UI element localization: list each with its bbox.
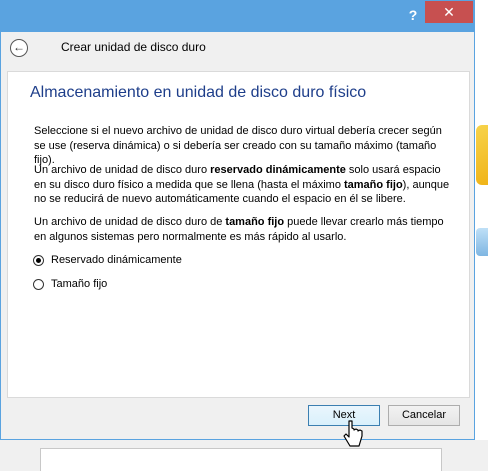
text-span: Un archivo de unidad de disco duro — [34, 164, 211, 176]
radio-dynamic[interactable] — [33, 254, 44, 266]
help-button[interactable]: ? — [403, 5, 423, 25]
bold-text: tamaño fijo — [225, 216, 285, 228]
background-panel — [40, 448, 442, 471]
option-dynamic[interactable]: Reservado dinámicamente — [33, 252, 182, 268]
close-button[interactable]: ✕ — [425, 1, 473, 23]
back-arrow-icon[interactable]: ← — [10, 39, 28, 57]
bold-text: reservado dinámicamente — [210, 164, 346, 176]
wizard-title: Crear unidad de disco duro — [61, 40, 206, 54]
option-fixed-label: Tamaño fijo — [51, 278, 108, 290]
title-bar: ? ✕ — [1, 1, 474, 32]
mouse-pointer-icon — [343, 420, 363, 447]
fixed-description-paragraph: Un archivo de unidad de disco duro de ta… — [34, 215, 454, 244]
wizard-page: Almacenamiento en unidad de disco duro f… — [7, 71, 470, 398]
option-dynamic-label: Reservado dinámicamente — [51, 254, 182, 266]
cancel-button[interactable]: Cancelar — [388, 405, 460, 426]
text-span: Un archivo de unidad de disco duro de — [34, 216, 226, 228]
page-heading: Almacenamiento en unidad de disco duro f… — [30, 84, 367, 101]
background-folder-icon — [476, 125, 488, 185]
create-disk-dialog: ? ✕ ← Crear unidad de disco duro Almacen… — [0, 0, 475, 440]
dynamic-description-paragraph: Un archivo de unidad de disco duro reser… — [34, 163, 454, 207]
bold-text: tamaño fijo — [344, 178, 403, 191]
description-paragraph: Seleccione si el nuevo archivo de unidad… — [34, 125, 442, 166]
background-icon — [476, 228, 488, 256]
radio-fixed[interactable] — [33, 278, 44, 290]
option-fixed[interactable]: Tamaño fijo — [33, 276, 107, 292]
